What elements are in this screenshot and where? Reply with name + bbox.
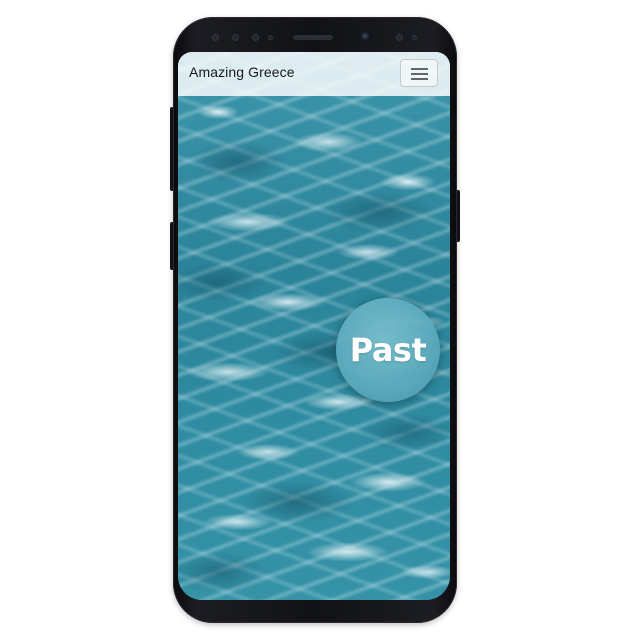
app-title[interactable]: Amazing Greece bbox=[189, 64, 295, 80]
iris-sensor-icon bbox=[232, 34, 239, 41]
iris-camera-icon bbox=[396, 34, 403, 41]
menu-button[interactable] bbox=[400, 59, 438, 87]
phone-screen: Amazing Greece Past bbox=[178, 52, 450, 600]
past-button[interactable]: Past bbox=[336, 298, 440, 402]
device-mockup: Amazing Greece Past bbox=[0, 0, 640, 640]
hamburger-menu-icon-bar bbox=[411, 73, 428, 75]
app-header: Amazing Greece bbox=[178, 52, 450, 96]
led-indicator-icon bbox=[268, 35, 273, 40]
light-sensor-icon bbox=[252, 34, 259, 41]
hamburger-menu-icon bbox=[411, 68, 428, 70]
front-camera-icon bbox=[361, 32, 371, 42]
proximity-sensor-icon bbox=[212, 34, 219, 41]
hamburger-menu-icon-bar bbox=[411, 78, 428, 80]
iris-led-icon bbox=[412, 35, 417, 40]
earpiece-speaker bbox=[293, 35, 333, 40]
past-button-label: Past bbox=[349, 331, 427, 369]
